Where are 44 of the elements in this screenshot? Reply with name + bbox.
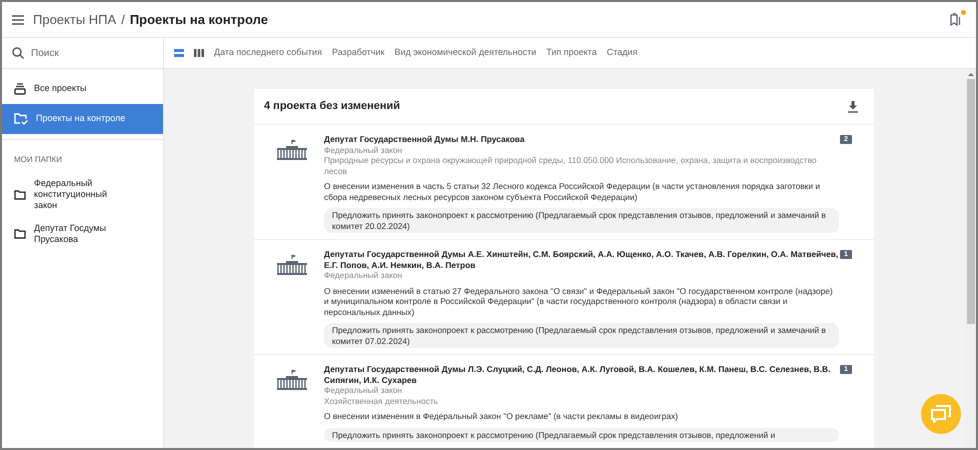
project-stage: Предложить принять законопроект к рассмотрению (Предлагаемый срок представления отзывов, предложений и замечаний в комитет 20.02.2024): [324, 208, 839, 233]
scroll-up-arrow-icon[interactable]: [968, 71, 974, 77]
filter-button[interactable]: Стадия: [606, 46, 638, 60]
project-name: О внесении изменений в статью 27 Федерального закона "О связи" и Федеральный закон "О государственном контроле (надзоре) и муниципальном контроле в Российской Федерации" (в части государственного контроля (надзора) в области связи и персональных данных): [324, 286, 834, 317]
project-type: Федеральный закон: [324, 144, 404, 155]
breadcrumb-separator: /: [121, 10, 125, 29]
folder-icon: [14, 190, 26, 200]
search-field[interactable]: Поиск: [31, 46, 151, 60]
list-view-icon[interactable]: [174, 48, 184, 58]
page-title: Проекты на контроле: [130, 10, 268, 29]
project-name: О внесении изменения в Федеральный закон "О рекламе" (в части рекламы в видеоиграх): [324, 411, 679, 422]
project-type: Федеральный закон: [324, 385, 404, 396]
list-title: 4 проекта без изменений: [264, 99, 400, 114]
bookmark-notification-icon[interactable]: [950, 12, 964, 26]
folder-item[interactable]: Федеральный конституционный закон: [2, 172, 163, 217]
menu-icon[interactable]: [12, 14, 24, 24]
filter-button[interactable]: Тип проекта: [546, 46, 597, 60]
project-author: Депутат Государственной Думы М.Н. Прусакова: [324, 134, 526, 144]
folder-icon: [14, 229, 26, 239]
project-stage: Предложить принять законопроект к рассмотрению (Предлагаемый срок представления отзывов, предложений и замечаний в комитет 07.02.2024): [324, 323, 839, 348]
project-area: Хозяйственная деятельность: [324, 396, 839, 406]
duma-building-icon: [276, 254, 308, 276]
filter-button[interactable]: Дата последнего события: [214, 46, 322, 60]
breadcrumb-link[interactable]: Проекты НПА: [33, 10, 116, 30]
folders-heading: МОИ ПАПКИ: [13, 154, 64, 166]
project-name: О внесении изменения в часть 5 статьи 32 Лесного кодекса Российской Федерации (в части установления порядка заготовки и сбора недревесных лесных ресурсов законом субъекта Российской Федерации): [324, 181, 822, 202]
folder-check-icon: [14, 113, 28, 125]
project-author: Депутаты Государственной Думы А.Е. Хинштейн, С.М. Боярский, А.А. Ющенко, А.О. Ткачев, А.В. Горелкин, О.А. Матвейчев, Е.Г. Попов, А.И. Немкин, В.А. Петров: [324, 249, 839, 270]
duma-building-icon: [276, 139, 308, 161]
project-stage: Предложить принять законопроект к рассмотрению (Предлагаемый срок представления отзывов, предложений и: [324, 428, 839, 442]
filter-button[interactable]: Вид экономической деятельности: [394, 46, 536, 60]
project-author: Депутаты Государственной Думы Л.Э. Слуцкий, С.Д. Леонов, А.К. Луговой, В.А. Кошелев, К.М. Панеш, В.С. Селезнев, В.В. Сипягин, И.К. Сухарев: [324, 364, 832, 385]
search-icon: [12, 47, 24, 59]
sidebar-item[interactable]: Проекты на контроле: [2, 104, 163, 134]
filter-button[interactable]: Разработчик: [332, 46, 384, 60]
sidebar-item[interactable]: Все проекты: [2, 74, 163, 104]
chat-icon: [931, 405, 951, 423]
columns-view-icon[interactable]: [194, 48, 204, 58]
stack-icon: [14, 83, 26, 95]
duma-building-icon: [276, 369, 308, 391]
project-type: Федеральный закон: [324, 270, 404, 280]
download-icon[interactable]: [848, 100, 858, 112]
folder-item[interactable]: Депутат Госдумы Прусакова: [2, 217, 163, 251]
project-area: Природные ресурсы и охрана окружающей природной среды, 110.050.000 Использование, охрана, защита и воспроизводство лесов: [324, 155, 839, 176]
